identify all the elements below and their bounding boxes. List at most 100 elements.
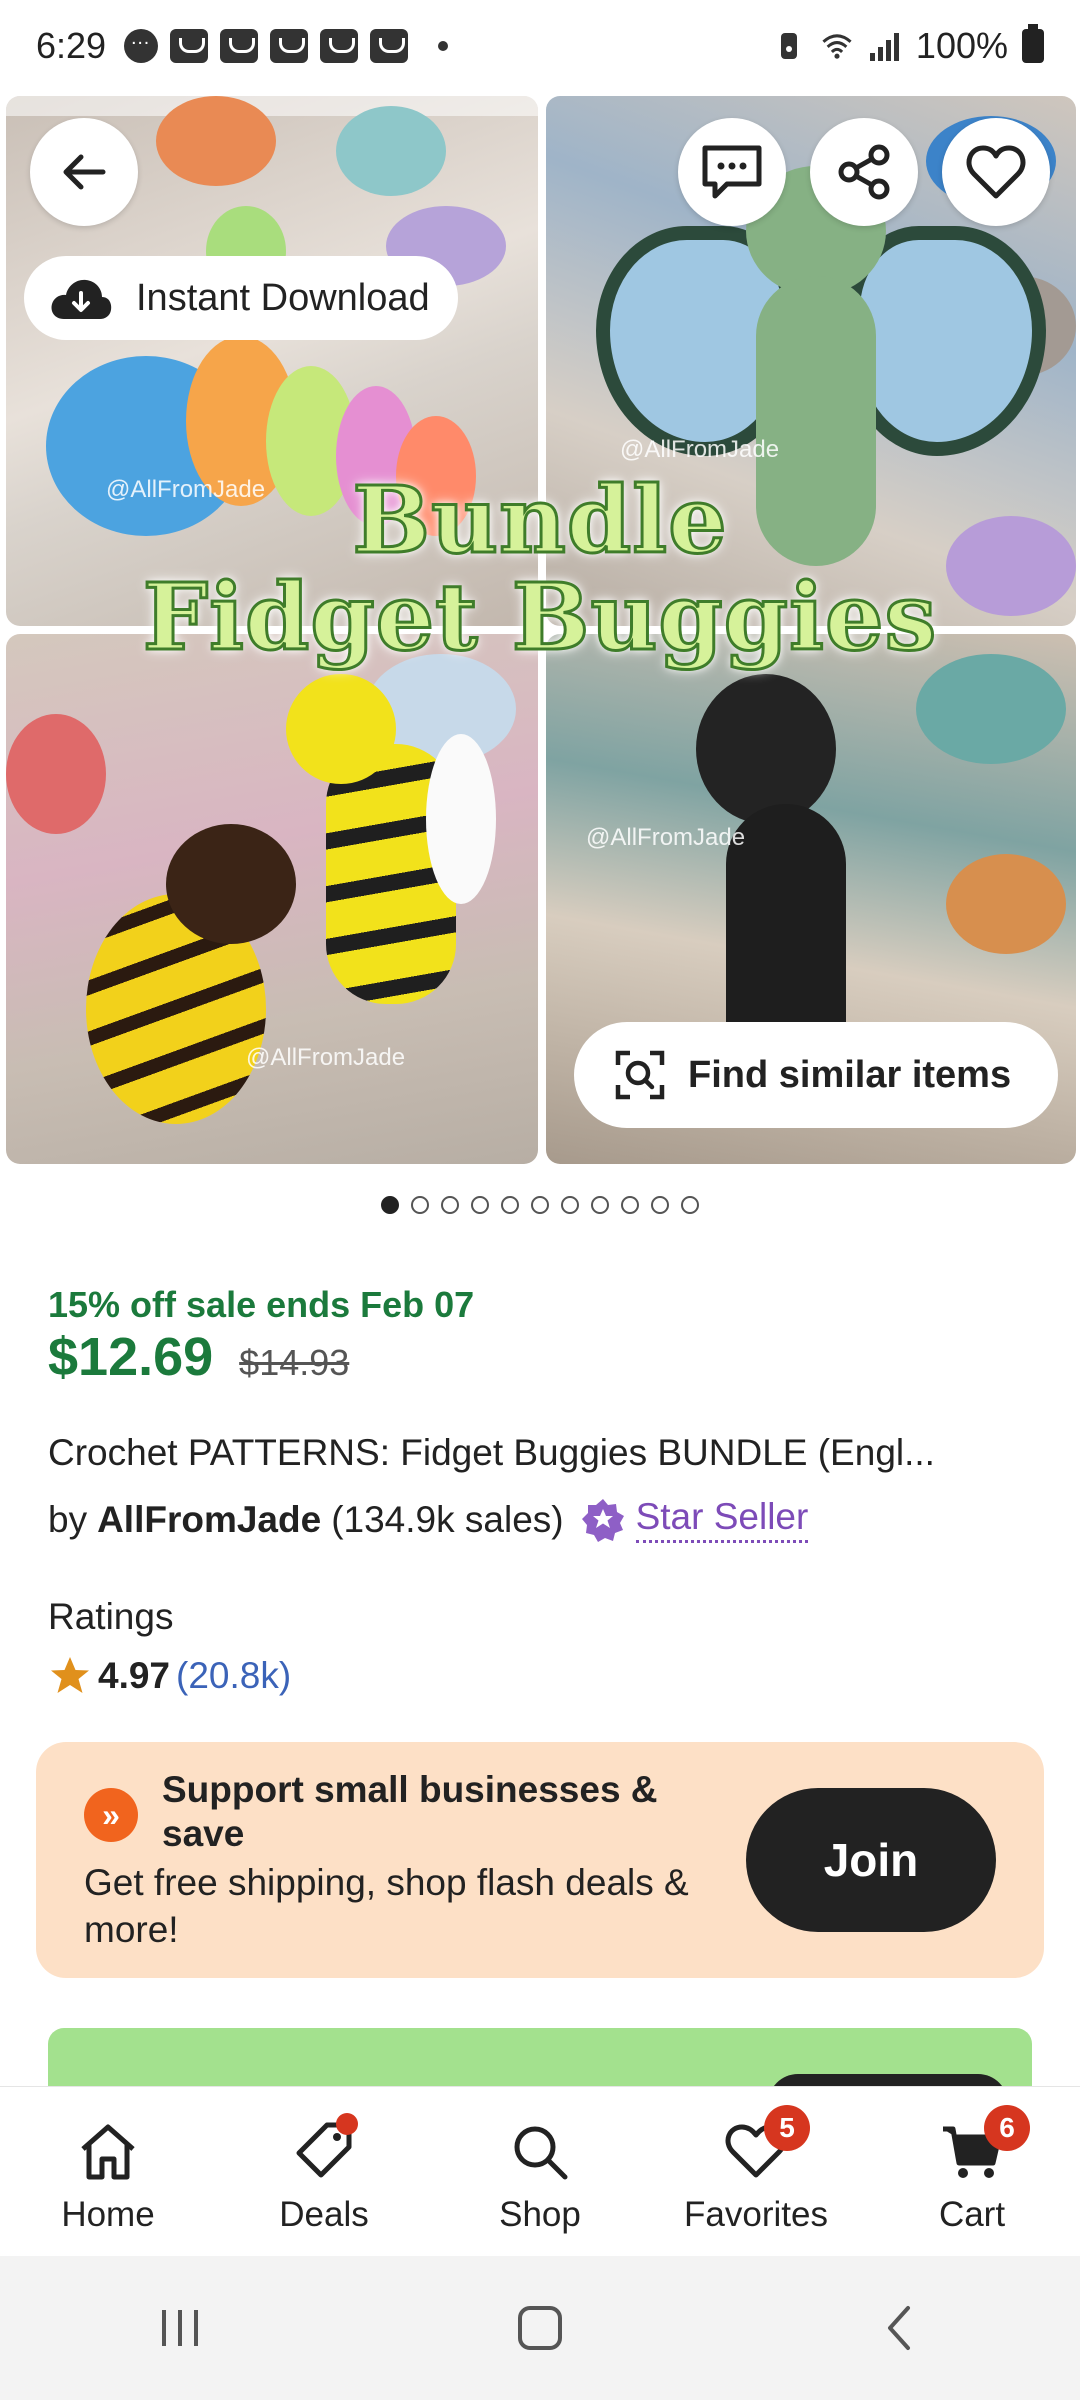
yarn — [916, 654, 1066, 764]
star-icon — [51, 1657, 89, 1693]
bottom-navigation: Home Deals Shop 5 Favorites 6 Cart — [0, 2086, 1080, 2256]
listing-title[interactable]: Crochet PATTERNS: Fidget Buggies BUNDLE … — [48, 1432, 1038, 1474]
plush-wing — [426, 734, 496, 904]
status-right: 100% — [772, 24, 1044, 67]
plush-head — [696, 674, 836, 824]
instant-download-label: Instant Download — [136, 276, 430, 319]
cart-badge: 6 — [984, 2105, 1030, 2151]
nav-cart-label: Cart — [938, 2195, 1006, 2234]
nav-cart[interactable]: 6 Cart — [864, 2087, 1080, 2256]
visual-search-icon — [615, 1050, 665, 1100]
by-label: by — [48, 1498, 88, 1540]
status-bar: 6:29 100% — [0, 0, 1080, 92]
join-button[interactable]: Join — [746, 1788, 996, 1932]
share-icon — [838, 144, 890, 200]
plush-head — [166, 824, 296, 944]
message-notification-icon — [124, 27, 159, 63]
product-image-carousel[interactable]: @AllFromJade @AllFromJade @AllFromJade @… — [0, 92, 1080, 1172]
pager-dot[interactable] — [501, 1196, 519, 1214]
hero-title-line2: Fidget Buggies — [141, 562, 938, 671]
more-notifications-icon — [438, 41, 449, 51]
back-button[interactable] — [30, 118, 138, 226]
promo-subtitle: Get free shipping, shop flash deals & mo… — [84, 1862, 689, 1950]
ratings-row[interactable]: 4.97 (20.8k) — [48, 1654, 291, 1698]
deals-badge-dot — [336, 2113, 358, 2135]
signal-icon — [869, 33, 899, 61]
price-row: $12.69 $14.93 — [48, 1326, 349, 1388]
image-pager[interactable] — [0, 1196, 1080, 1214]
plush-head — [286, 674, 396, 784]
message-seller-button[interactable] — [678, 118, 786, 226]
pager-dot[interactable] — [591, 1196, 609, 1214]
app-notification-icon — [320, 29, 359, 63]
chat-icon — [702, 145, 762, 199]
nav-home-label: Home — [61, 2195, 155, 2234]
rating-count-link[interactable]: (20.8k) — [176, 1655, 291, 1697]
nav-shop-label: Shop — [499, 2195, 581, 2234]
favorites-badge: 5 — [764, 2105, 810, 2151]
find-similar-button[interactable]: Find similar items — [574, 1022, 1058, 1128]
promo-title: Support small businesses & save — [162, 1769, 658, 1855]
nav-home[interactable]: Home — [0, 2087, 216, 2256]
ratings-label: Ratings — [48, 1596, 174, 1637]
vibrate-icon — [780, 33, 797, 59]
nav-deals-label: Deals — [279, 2195, 369, 2234]
pager-dot[interactable] — [651, 1196, 669, 1214]
share-button[interactable] — [810, 118, 918, 226]
pager-dot[interactable] — [681, 1196, 699, 1214]
add-to-cart-card — [48, 2028, 1032, 2088]
original-price: $14.93 — [239, 1342, 350, 1383]
find-similar-label: Find similar items — [688, 1053, 1012, 1096]
rating-score: 4.97 — [98, 1655, 171, 1696]
pager-dot[interactable] — [561, 1196, 579, 1214]
battery-percent: 100% — [915, 25, 1008, 66]
hero-title-line1: Bundle — [351, 466, 728, 574]
notification-icons — [124, 27, 449, 63]
yarn — [6, 714, 106, 834]
photo-bees: @AllFromJade — [6, 634, 538, 1164]
hero-overlay-title: Bundle Fidget Buggies — [0, 466, 1080, 671]
instant-download-badge: Instant Download — [24, 256, 458, 340]
watermark: @AllFromJade — [586, 824, 746, 851]
seller-row: by AllFromJade (134.9k sales) Star Selle… — [48, 1496, 809, 1543]
battery-icon — [1022, 24, 1044, 63]
star-seller-badge-icon — [581, 1498, 624, 1542]
back-system-icon[interactable] — [870, 2298, 930, 2358]
pager-dot[interactable] — [381, 1196, 399, 1214]
double-chevron-right-icon: » — [84, 1788, 138, 1842]
pager-dot[interactable] — [441, 1196, 459, 1214]
heart-icon — [966, 145, 1026, 199]
nav-shop[interactable]: Shop — [432, 2087, 648, 2256]
sale-price: $12.69 — [48, 1327, 214, 1387]
home-icon — [81, 2124, 135, 2180]
app-notification-icon — [220, 29, 259, 63]
nav-favorites-label: Favorites — [684, 2195, 828, 2234]
watermark: @AllFromJade — [620, 436, 780, 463]
star-seller-link[interactable]: Star Seller — [635, 1496, 809, 1543]
yarn — [336, 106, 446, 196]
recent-apps-icon[interactable] — [150, 2298, 210, 2358]
app-notification-icon — [170, 29, 209, 63]
app-notification-icon — [370, 29, 409, 63]
pager-dot[interactable] — [471, 1196, 489, 1214]
nav-deals[interactable]: Deals — [216, 2087, 432, 2256]
favorite-button[interactable] — [942, 118, 1050, 226]
pager-dot[interactable] — [531, 1196, 549, 1214]
search-icon — [514, 2126, 568, 2180]
pager-dot[interactable] — [621, 1196, 639, 1214]
yarn — [946, 854, 1066, 954]
etsy-insider-promo: » Support small businesses & save Get fr… — [36, 1742, 1044, 1978]
watermark: @AllFromJade — [246, 1044, 406, 1071]
app-notification-icon — [270, 29, 309, 63]
shop-name-link[interactable]: AllFromJade — [97, 1499, 321, 1541]
system-navigation-bar — [0, 2256, 1080, 2400]
home-system-icon[interactable] — [510, 2298, 570, 2358]
nav-favorites[interactable]: 5 Favorites — [648, 2087, 864, 2256]
pager-dot[interactable] — [411, 1196, 429, 1214]
cloud-download-icon — [51, 279, 112, 319]
sales-count: (134.9k sales) — [331, 1498, 564, 1540]
yarn — [156, 96, 276, 186]
arrow-left-icon — [63, 154, 106, 190]
sale-text: 15% off sale ends Feb 07 — [48, 1284, 475, 1325]
wifi-icon — [822, 34, 852, 59]
